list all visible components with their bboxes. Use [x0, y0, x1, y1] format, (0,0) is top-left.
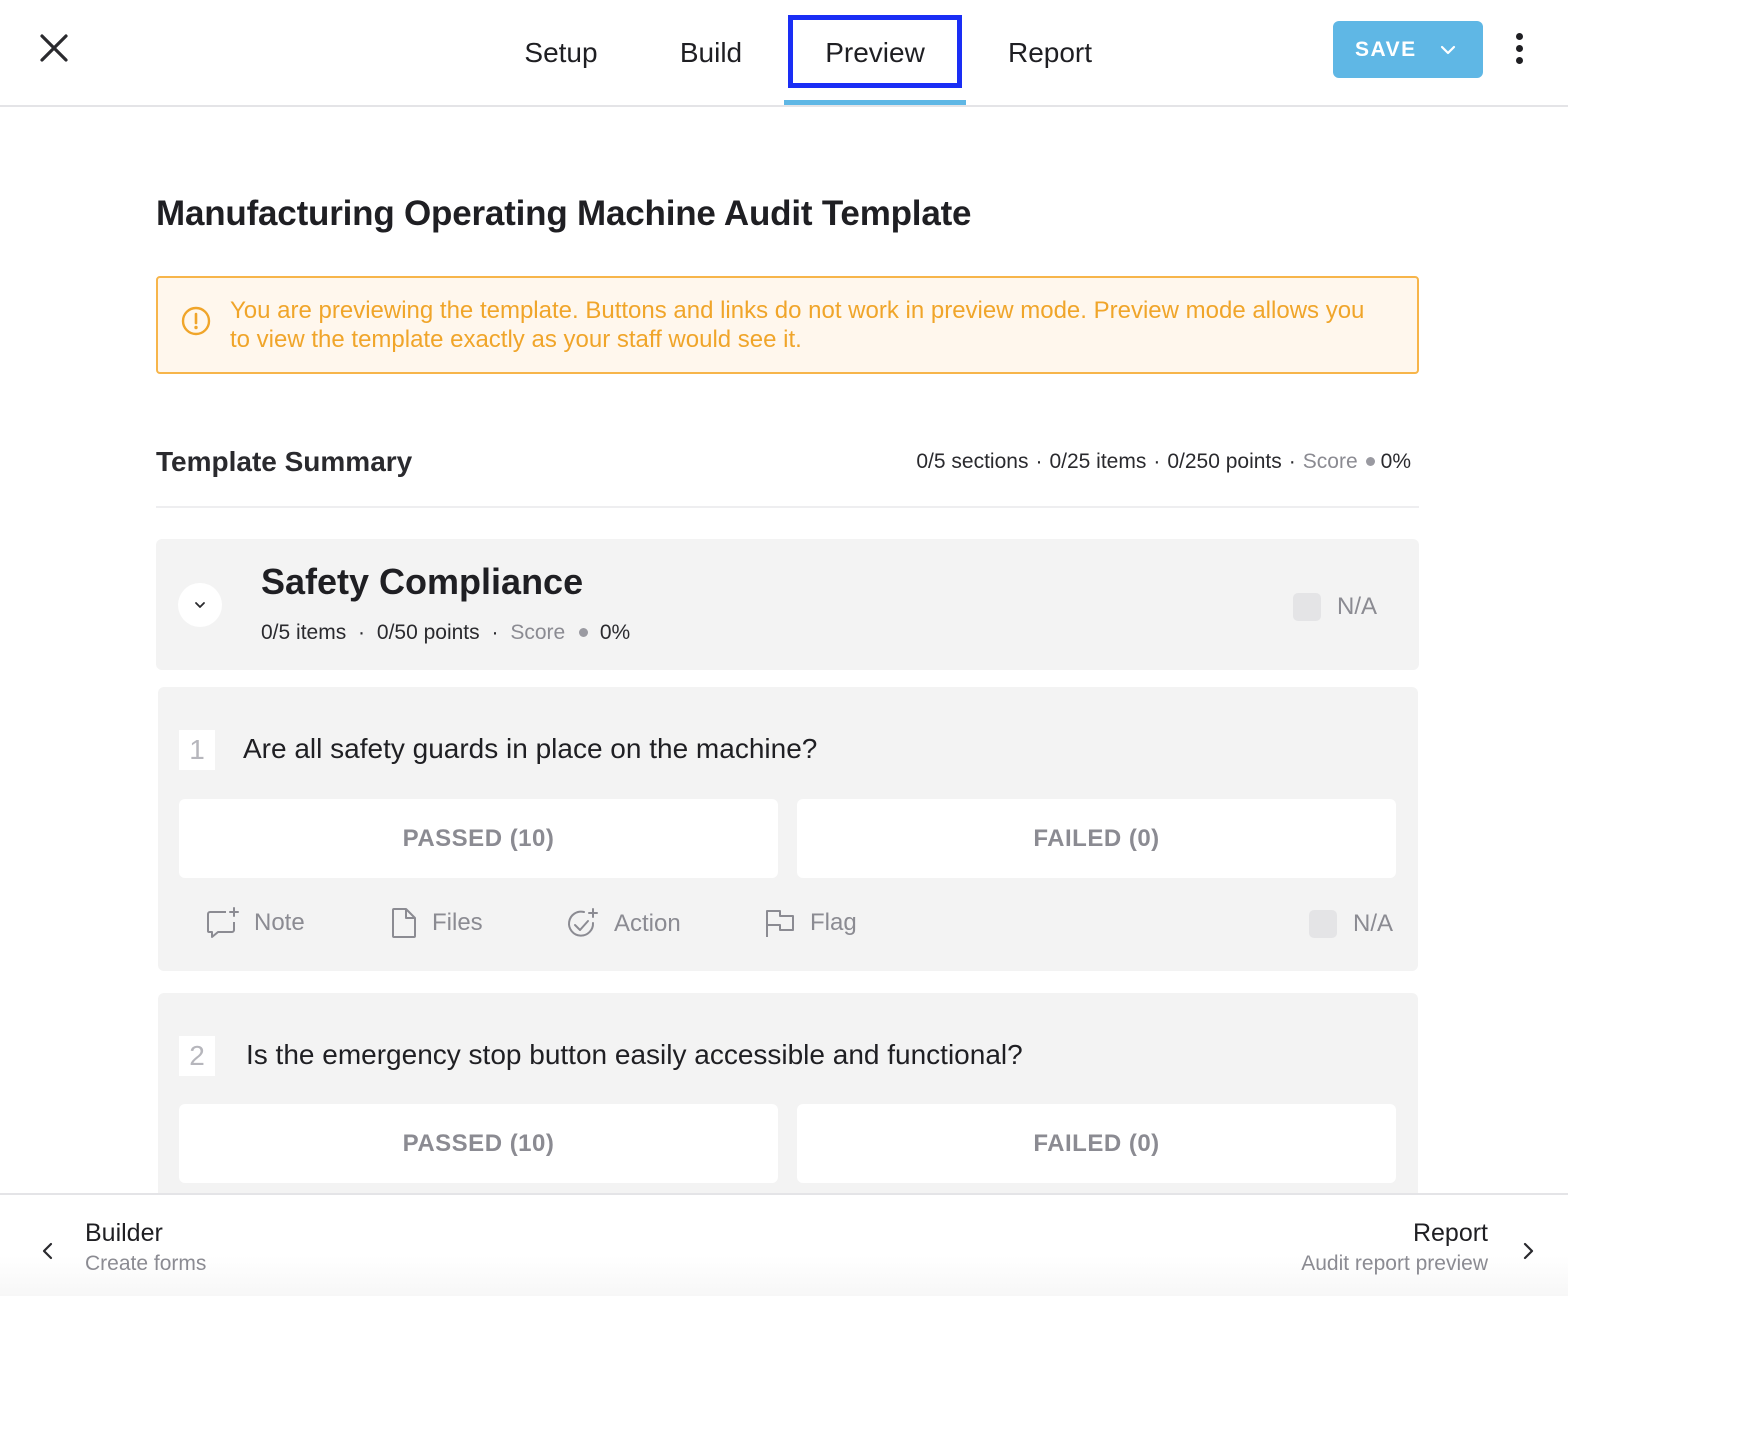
section-points-count: 0/50 points	[376, 621, 480, 644]
preview-mode-alert: You are previewing the template. Buttons…	[156, 276, 1419, 374]
tab-report-label: Report	[1007, 36, 1093, 68]
previous-step-subtitle: Create forms	[85, 1252, 207, 1275]
score-value: 0%	[1380, 450, 1411, 473]
previous-step-link[interactable]: Builder Create forms	[38, 1219, 206, 1276]
question-card: 2 Is the emergency stop button easily ac…	[158, 993, 1418, 1223]
question-text: Is the emergency stop button easily acce…	[246, 1039, 1023, 1070]
chevron-left-icon	[42, 1242, 53, 1260]
file-icon	[392, 908, 416, 938]
failed-button[interactable]: FAILED (0)	[797, 1104, 1396, 1183]
separator: ·	[1035, 450, 1043, 473]
passed-button[interactable]: PASSED (10)	[179, 799, 778, 878]
tab-build-label: Build	[679, 36, 743, 68]
question-number: 1	[179, 730, 215, 770]
flag-label: Flag	[810, 909, 857, 936]
flag-button[interactable]: Flag	[764, 907, 857, 939]
question-na-checkbox[interactable]: N/A	[1309, 910, 1393, 938]
page-title: Manufacturing Operating Machine Audit Te…	[156, 194, 972, 233]
question-text: Are all safety guards in place on the ma…	[243, 733, 818, 764]
na-label: N/A	[1353, 910, 1394, 937]
next-step-link[interactable]: Report Audit report preview	[1301, 1219, 1538, 1276]
more-options-icon[interactable]	[1504, 30, 1534, 70]
template-summary-title: Template Summary	[156, 446, 413, 477]
question-number: 2	[179, 1036, 215, 1076]
tab-report[interactable]: Report	[990, 0, 1110, 105]
score-label: Score	[1302, 450, 1358, 473]
previous-step-title: Builder	[85, 1219, 163, 1247]
section-title: Safety Compliance	[261, 561, 584, 602]
chevron-down-icon	[195, 602, 205, 608]
na-checkbox-box[interactable]	[1293, 593, 1321, 621]
alert-text: You are previewing the template. Buttons…	[230, 297, 1365, 353]
save-button[interactable]: SAVE	[1333, 21, 1483, 78]
save-button-label: SAVE	[1355, 38, 1417, 61]
note-label: Note	[254, 909, 305, 936]
action-button[interactable]: Action	[566, 907, 681, 941]
action-label: Action	[614, 910, 681, 937]
tab-setup[interactable]: Setup	[500, 0, 622, 105]
divider	[156, 506, 1419, 508]
chevron-right-icon	[1523, 1242, 1534, 1260]
failed-button[interactable]: FAILED (0)	[797, 799, 1396, 878]
tab-build[interactable]: Build	[660, 0, 762, 105]
section-collapse-toggle[interactable]	[178, 583, 222, 627]
tab-preview[interactable]: Preview	[784, 0, 966, 105]
separator: ·	[491, 621, 499, 644]
section-stats: 0/5 items · 0/50 points · Score 0%	[261, 621, 630, 645]
next-step-title: Report	[1412, 1219, 1488, 1247]
bottom-navigation: Builder Create forms Report Audit report…	[0, 1193, 1568, 1296]
add-note-icon	[207, 907, 239, 938]
flag-icon	[766, 910, 794, 937]
section-na-checkbox[interactable]: N/A	[1293, 593, 1377, 621]
items-count: 0/25 items	[1049, 450, 1147, 473]
section-items-count: 0/5 items	[261, 621, 347, 644]
top-bar: Setup Build Preview Report SAVE	[0, 0, 1568, 107]
separator: ·	[1153, 450, 1161, 473]
points-count: 0/250 points	[1167, 450, 1282, 473]
chevron-down-icon	[1440, 45, 1456, 55]
template-summary-stats: 0/5 sections · 0/25 items · 0/250 points…	[916, 450, 1411, 474]
add-action-icon	[568, 908, 598, 937]
sections-count: 0/5 sections	[916, 450, 1029, 473]
note-button[interactable]: Note	[206, 907, 305, 939]
tab-setup-label: Setup	[524, 36, 598, 68]
separator: ·	[358, 621, 366, 644]
active-tab-indicator	[784, 100, 966, 105]
section-safety-compliance: Safety Compliance 0/5 items · 0/50 point…	[156, 539, 1419, 670]
score-dot	[1365, 456, 1375, 466]
question-card: 1 Are all safety guards in place on the …	[158, 687, 1418, 971]
passed-button[interactable]: PASSED (10)	[179, 1104, 778, 1183]
score-dot	[579, 627, 589, 637]
next-step-subtitle: Audit report preview	[1301, 1252, 1488, 1275]
section-score-label: Score	[510, 621, 566, 644]
section-score-value: 0%	[599, 621, 631, 644]
tab-preview-label: Preview	[825, 36, 925, 68]
separator: ·	[1288, 450, 1296, 473]
info-circle-icon	[181, 306, 211, 336]
na-label: N/A	[1337, 593, 1378, 620]
files-button[interactable]: Files	[390, 907, 483, 939]
na-checkbox-box[interactable]	[1309, 910, 1337, 938]
files-label: Files	[432, 909, 483, 936]
